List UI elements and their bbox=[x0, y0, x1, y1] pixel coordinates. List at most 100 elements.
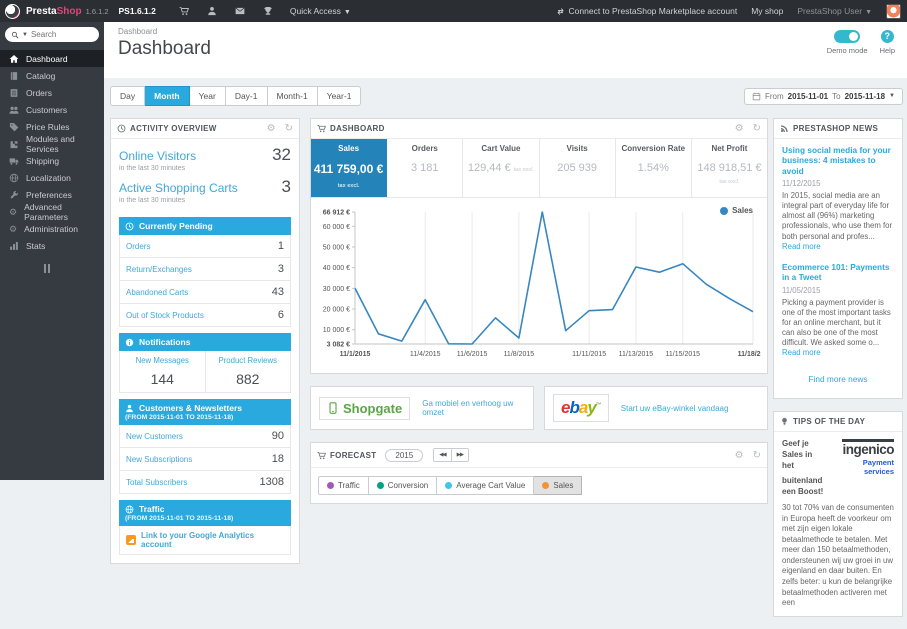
date-filter-bar: Day Month Year Day-1 Month-1 Year-1 From… bbox=[110, 86, 903, 106]
online-visitors-sub: in the last 30 minutes bbox=[119, 165, 291, 172]
search-scope-caret[interactable]: ▼ bbox=[22, 32, 28, 38]
new-messages-cell[interactable]: New Messages144 bbox=[120, 351, 205, 392]
kpi-net-profit-tab[interactable]: Net Profit148 918,51 € tax excl. bbox=[692, 139, 767, 197]
my-shop-link[interactable]: My shop bbox=[751, 6, 783, 16]
news-article-excerpt: In 2015, social media are an integral pa… bbox=[782, 191, 894, 252]
sidebar-item-administration[interactable]: ⚙Administration bbox=[0, 220, 104, 237]
quick-access-menu[interactable]: Quick Access▼ bbox=[290, 6, 351, 16]
forecast-panel-title: FORECAST bbox=[330, 451, 376, 460]
truck-icon bbox=[9, 156, 19, 166]
sidebar-item-shipping[interactable]: Shipping bbox=[0, 152, 104, 169]
breadcrumb: Dashboard bbox=[118, 27, 897, 36]
demo-mode-label: Demo mode bbox=[827, 46, 868, 55]
toggle-average-cart-value[interactable]: Average Cart Value bbox=[437, 476, 534, 495]
user-menu[interactable]: PrestaShop User▼ bbox=[797, 6, 872, 16]
trophy-icon[interactable] bbox=[263, 6, 273, 16]
sidebar-item-modules[interactable]: Modules and Services bbox=[0, 135, 104, 152]
gear-icon[interactable]: ⚙ bbox=[735, 451, 744, 460]
gear-icon[interactable]: ⚙ bbox=[267, 124, 276, 133]
previous-year-button[interactable]: ◀◀ bbox=[434, 449, 450, 461]
sidebar-item-localization[interactable]: Localization bbox=[0, 169, 104, 186]
news-article-title[interactable]: Using social media for your business: 4 … bbox=[782, 145, 894, 176]
toggle-traffic[interactable]: Traffic bbox=[318, 476, 369, 495]
total-subscribers-row[interactable]: Total Subscribers1308 bbox=[120, 471, 290, 493]
toggle-sales[interactable]: Sales bbox=[534, 476, 582, 495]
user-avatar[interactable] bbox=[886, 4, 901, 19]
chevron-down-icon: ▼ bbox=[344, 9, 351, 16]
next-year-button[interactable]: ▶▶ bbox=[451, 449, 468, 461]
kpi-visits-tab[interactable]: Visits205 939 bbox=[540, 139, 616, 197]
legend-dot bbox=[720, 207, 728, 215]
sidebar-item-dashboard[interactable]: Dashboard bbox=[0, 50, 104, 67]
sync-icon bbox=[556, 7, 565, 16]
kpi-conversion-rate-tab[interactable]: Conversion Rate1.54% bbox=[616, 139, 692, 197]
gear-icon[interactable]: ⚙ bbox=[735, 124, 744, 133]
sidebar-item-advanced-parameters[interactable]: ⚙Advanced Parameters bbox=[0, 203, 104, 220]
read-more-link[interactable]: Read more bbox=[782, 348, 821, 357]
chart-legend: Sales bbox=[720, 206, 753, 215]
prestashop-news-panel: PRESTASHOP NEWS Using social media for y… bbox=[773, 118, 903, 399]
activity-panel-title: ACTIVITY OVERVIEW bbox=[130, 124, 258, 133]
refresh-icon[interactable]: ↻ bbox=[753, 451, 761, 460]
period-month-button[interactable]: Month bbox=[145, 86, 190, 106]
help-icon[interactable]: ? bbox=[881, 30, 894, 43]
period-year-button[interactable]: Year bbox=[190, 86, 226, 106]
dashboard-panel-title: DASHBOARD bbox=[330, 124, 726, 133]
date-range-picker[interactable]: From2015-11-01 To2015-11-18 ▼ bbox=[744, 88, 903, 105]
sidebar-item-orders[interactable]: Orders bbox=[0, 84, 104, 101]
google-analytics-link[interactable]: Link to your Google Analytics account bbox=[119, 526, 291, 555]
sidebar-item-stats[interactable]: Stats bbox=[0, 237, 104, 254]
period-day-1-button[interactable]: Day-1 bbox=[226, 86, 268, 106]
module-ads-row: Shopgate Ga mobiel en verhoog uw omzet e… bbox=[310, 386, 768, 430]
pending-row-abandoned-carts[interactable]: Abandoned Carts43 bbox=[120, 281, 290, 304]
svg-text:60 000 €: 60 000 € bbox=[323, 224, 350, 231]
active-carts-link[interactable]: Active Shopping Carts bbox=[119, 181, 282, 195]
news-article-title[interactable]: Ecommerce 101: Payments in a Tweet bbox=[782, 262, 894, 283]
forecast-year[interactable]: 2015 bbox=[385, 449, 423, 462]
refresh-icon[interactable]: ↻ bbox=[753, 124, 761, 133]
shopgate-ad[interactable]: Shopgate Ga mobiel en verhoog uw omzet bbox=[310, 386, 534, 430]
wrench-icon bbox=[9, 190, 19, 200]
read-more-link[interactable]: Read more bbox=[782, 242, 821, 251]
page-title: Dashboard bbox=[118, 38, 897, 60]
sidebar-item-customers[interactable]: Customers bbox=[0, 101, 104, 118]
search-icon bbox=[11, 31, 19, 39]
ingenico-logo: ingenico Paymentservices bbox=[818, 439, 894, 476]
kpi-cart-value-tab[interactable]: Cart Value129,44 € tax excl. bbox=[463, 139, 539, 197]
svg-text:30 000 €: 30 000 € bbox=[323, 286, 350, 293]
period-year-1-button[interactable]: Year-1 bbox=[318, 86, 362, 106]
marketplace-connect-link[interactable]: Connect to PrestaShop Marketplace accoun… bbox=[556, 6, 738, 16]
lightbulb-icon bbox=[780, 417, 789, 426]
pending-row-orders[interactable]: Orders1 bbox=[120, 235, 290, 258]
main-content: Dashboard Dashboard Demo mode ? Help Day… bbox=[104, 22, 907, 480]
customer-icon[interactable] bbox=[207, 6, 217, 16]
period-day-button[interactable]: Day bbox=[110, 86, 145, 106]
shopgate-link[interactable]: Ga mobiel en verhoog uw omzet bbox=[422, 399, 525, 417]
svg-text:11/18/201: 11/18/201 bbox=[738, 351, 761, 358]
refresh-icon[interactable]: ↻ bbox=[285, 124, 293, 133]
demo-mode-toggle[interactable] bbox=[834, 30, 860, 43]
prestashop-logo[interactable] bbox=[5, 4, 20, 19]
sidebar-item-price-rules[interactable]: Price Rules bbox=[0, 118, 104, 135]
sidebar-item-preferences[interactable]: Preferences bbox=[0, 186, 104, 203]
mail-icon[interactable] bbox=[235, 6, 245, 16]
sidebar-collapse-button[interactable] bbox=[44, 264, 104, 273]
new-customers-row[interactable]: New Customers90 bbox=[120, 425, 290, 448]
online-visitors-link[interactable]: Online Visitors bbox=[119, 149, 272, 163]
sidebar-item-catalog[interactable]: Catalog bbox=[0, 67, 104, 84]
search-input[interactable] bbox=[31, 30, 85, 39]
ebay-link[interactable]: Start uw eBay-winkel vandaag bbox=[621, 404, 729, 413]
kpi-sales-tab[interactable]: Sales411 759,00 € tax excl. bbox=[311, 139, 387, 197]
find-more-news-link[interactable]: Find more news bbox=[782, 368, 894, 392]
svg-text:11/8/2015: 11/8/2015 bbox=[504, 351, 535, 358]
ebay-ad[interactable]: ebay™ Start uw eBay-winkel vandaag bbox=[544, 386, 768, 430]
period-month-1-button[interactable]: Month-1 bbox=[268, 86, 318, 106]
toggle-conversion[interactable]: Conversion bbox=[369, 476, 437, 495]
pending-row-returns[interactable]: Return/Exchanges3 bbox=[120, 258, 290, 281]
kpi-orders-tab[interactable]: Orders3 181 bbox=[387, 139, 463, 197]
cart-icon[interactable] bbox=[179, 6, 189, 16]
product-reviews-cell[interactable]: Product Reviews882 bbox=[205, 351, 291, 392]
pending-row-out-of-stock[interactable]: Out of Stock Products6 bbox=[120, 304, 290, 326]
new-subscriptions-row[interactable]: New Subscriptions18 bbox=[120, 448, 290, 471]
sidebar-search[interactable]: ▼ bbox=[5, 27, 99, 42]
